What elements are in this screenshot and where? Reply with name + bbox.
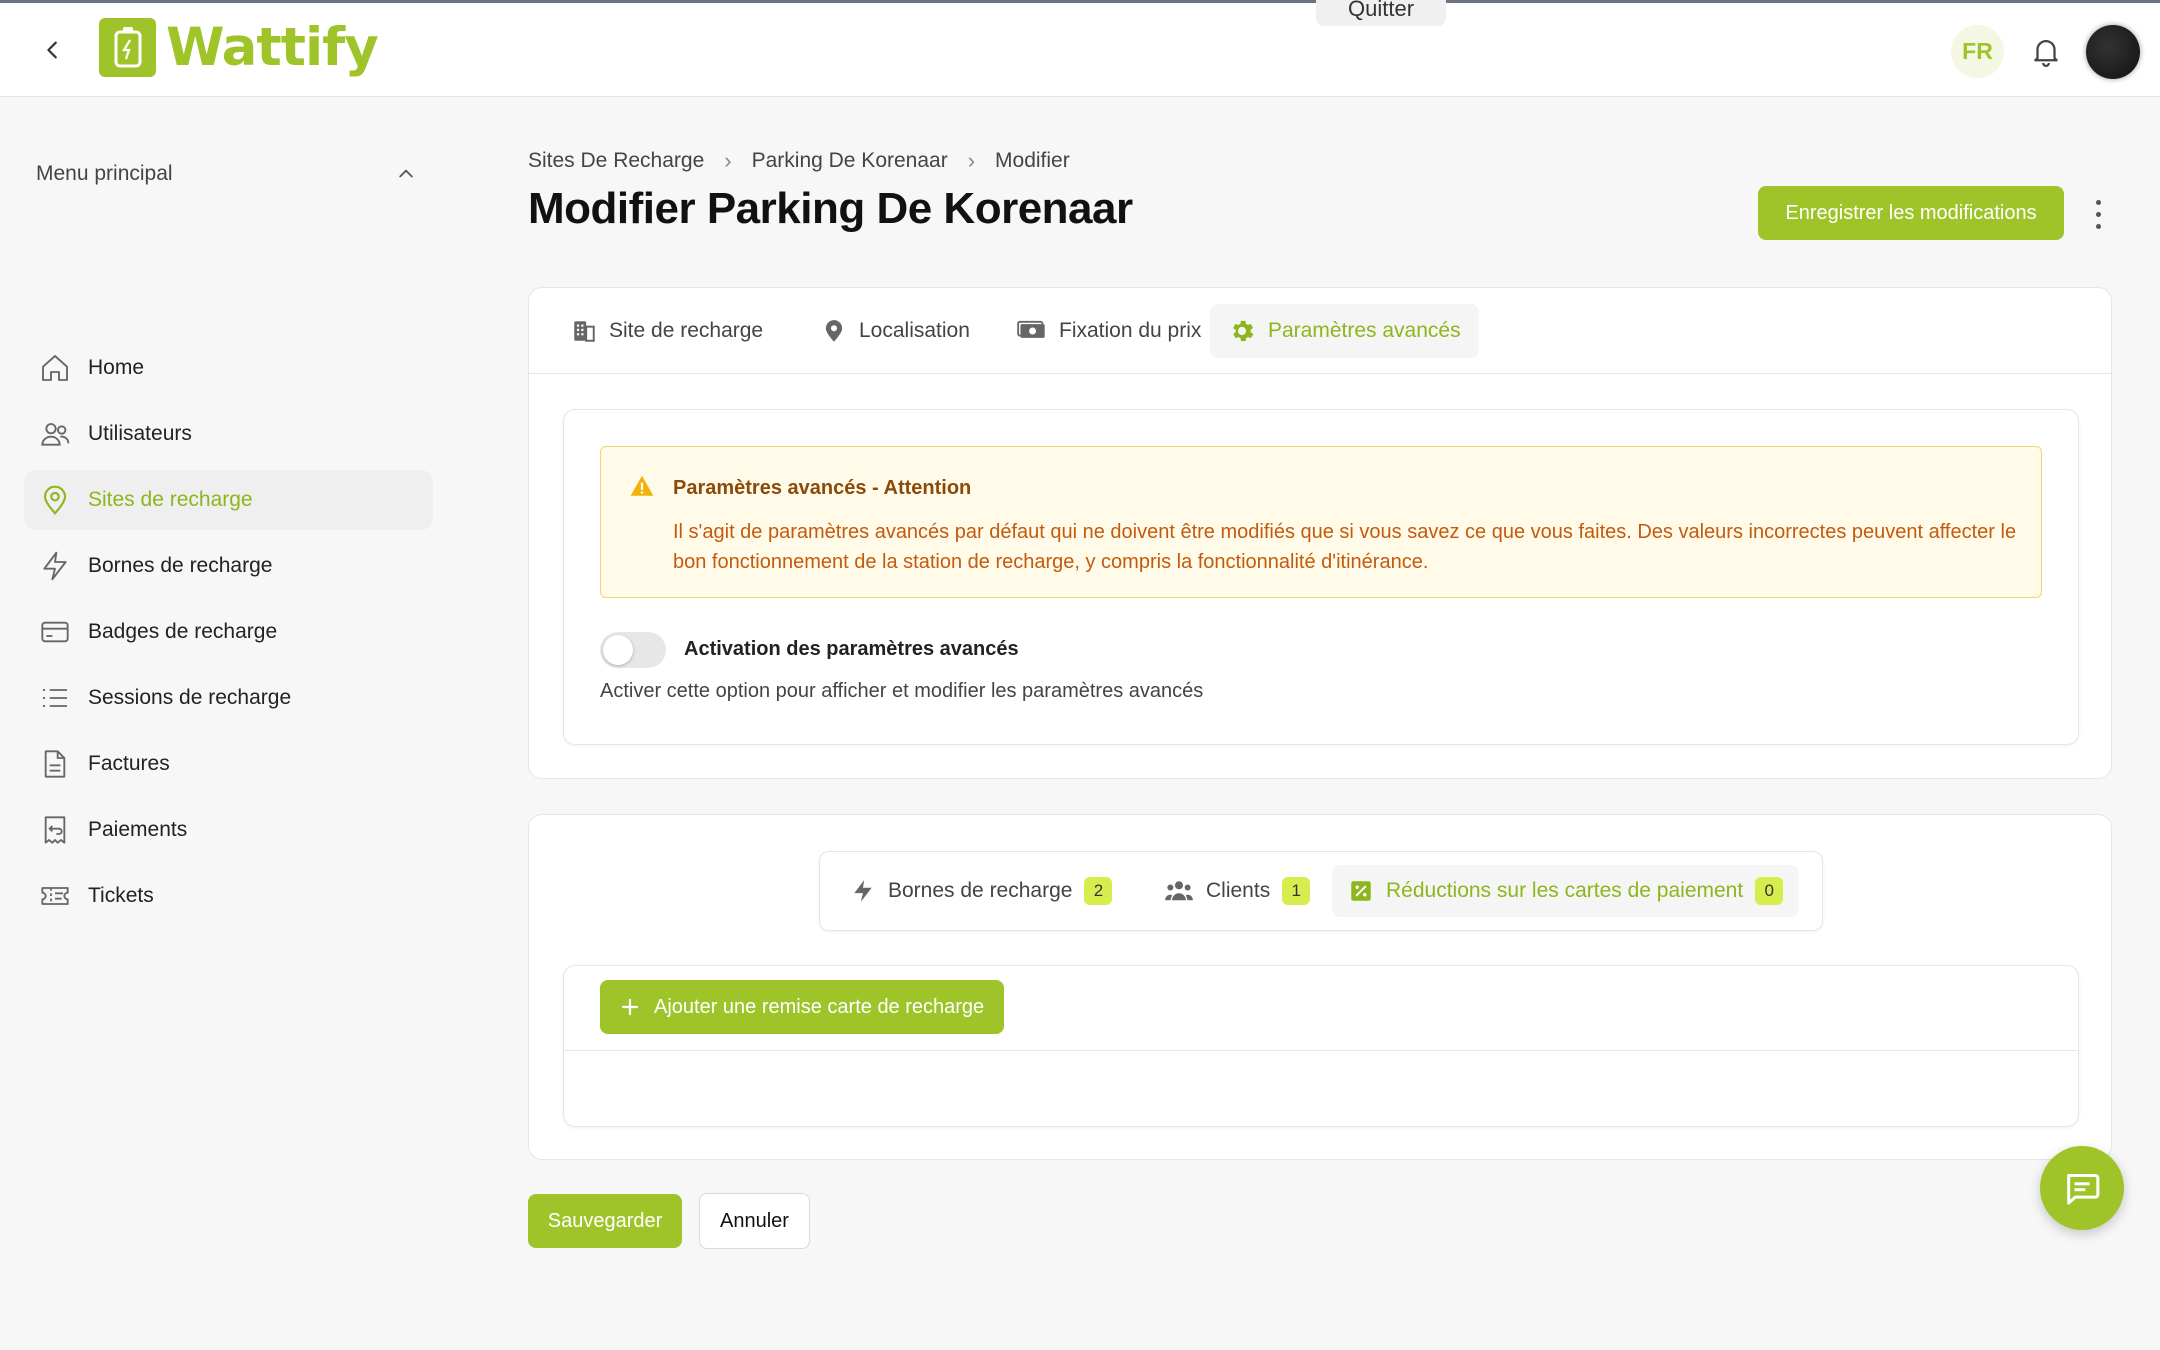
main-menu-header[interactable]: Menu principal	[36, 162, 416, 186]
sidebar-item-label: Home	[88, 356, 145, 379]
location-icon	[825, 320, 843, 342]
related-items-card: Bornes de recharge 2 Clients 1 Réduction…	[528, 814, 2112, 1160]
bolt-icon	[854, 880, 872, 902]
tab-label: Fixation du prix	[1059, 319, 1202, 342]
breadcrumb: Sites De Recharge › Parking De Korenaar …	[528, 148, 1070, 174]
subtab-label: Clients	[1206, 879, 1271, 902]
sidebar-item-label: Bornes de recharge	[88, 554, 273, 577]
subtab-label: Réductions sur les cartes de paiement	[1386, 879, 1744, 902]
sidebar-item-label: Sites de recharge	[88, 488, 253, 511]
subtab-label: Bornes de recharge	[888, 879, 1073, 902]
user-avatar[interactable]	[2086, 25, 2140, 79]
count-badge: 2	[1084, 877, 1113, 905]
sidebar-item-users[interactable]: Utilisateurs	[24, 404, 433, 464]
language-switcher[interactable]: FR	[1951, 25, 2004, 78]
sidebar-item-charging-sessions[interactable]: Sessions de recharge	[24, 668, 433, 728]
add-discount-button[interactable]: Ajouter une remise carte de recharge	[600, 980, 1005, 1034]
ticket-icon	[38, 879, 72, 913]
sidebar-item-label: Utilisateurs	[88, 422, 192, 445]
advanced-settings-toggle[interactable]	[600, 632, 666, 668]
back-button[interactable]	[36, 33, 70, 67]
sidebar-item-label: Sessions de recharge	[88, 686, 292, 709]
app-logo[interactable]: Wattify	[99, 16, 379, 78]
kebab-dot	[2095, 211, 2101, 217]
tab-label: Localisation	[859, 319, 970, 342]
save-button[interactable]: Sauvegarder	[528, 1194, 682, 1248]
alert-title: Paramètres avancés - Attention	[673, 477, 972, 499]
chat-icon	[2067, 1174, 2100, 1205]
tab-label: Paramètres avancés	[1268, 319, 1461, 342]
warning-alert: Paramètres avancés - Attention Il s'agit…	[600, 446, 2042, 598]
users-icon	[38, 417, 72, 451]
plus-icon	[621, 998, 639, 1016]
toggle-label: Activation des paramètres avancés	[684, 638, 1019, 660]
kebab-dot	[2095, 199, 2101, 205]
sub-tab-bar: Bornes de recharge 2 Clients 1 Réduction…	[819, 851, 1823, 931]
users-icon	[1165, 881, 1193, 901]
sidebar-item-charging-badges[interactable]: Badges de recharge	[24, 602, 433, 662]
more-options-button[interactable]	[2090, 196, 2106, 232]
bell-icon	[2034, 40, 2058, 67]
add-discount-label: Ajouter une remise carte de recharge	[654, 995, 985, 1018]
card-icon	[38, 615, 72, 649]
discount-icon	[1351, 881, 1371, 901]
impersonation-banner-text	[715, 0, 1285, 11]
sidebar-item-charging-stations[interactable]: Bornes de recharge	[24, 536, 433, 596]
breadcrumb-link-sites[interactable]: Sites De Recharge	[528, 149, 704, 173]
chevron-left-icon	[47, 41, 57, 59]
tab-pricing[interactable]: Fixation du prix	[999, 304, 1219, 358]
receipt-icon	[38, 813, 72, 847]
invoice-icon	[38, 747, 72, 781]
list-icon	[38, 681, 72, 715]
breadcrumb-link-site[interactable]: Parking De Korenaar	[752, 149, 948, 173]
sidebar-item-payments[interactable]: Paiements	[24, 800, 433, 860]
save-changes-button[interactable]: Enregistrer les modifications	[1758, 186, 2064, 240]
kebab-dot	[2095, 223, 2101, 229]
gear-icon	[1233, 320, 1254, 342]
count-badge: 1	[1282, 877, 1311, 905]
subtab-payment-card-discounts[interactable]: Réductions sur les cartes de paiement 0	[1332, 865, 1800, 917]
discounts-panel: Ajouter une remise carte de recharge	[563, 965, 2079, 1127]
chat-button[interactable]	[2040, 1146, 2124, 1230]
warning-icon	[630, 475, 654, 496]
tab-charging-site[interactable]: Site de recharge	[553, 304, 781, 358]
sidebar-item-home[interactable]: Home	[24, 338, 433, 398]
subtab-charging-stations[interactable]: Bornes de recharge 2	[834, 865, 1128, 917]
toggle-help-text: Activer cette option pour afficher et mo…	[600, 680, 1204, 702]
sidebar-item-label: Badges de recharge	[88, 620, 278, 643]
sidebar-item-tickets[interactable]: Tickets	[24, 866, 433, 926]
building-icon	[574, 321, 595, 342]
bolt-icon	[38, 549, 72, 583]
sidebar-item-label: Factures	[88, 752, 170, 775]
chevron-up-icon	[399, 169, 413, 178]
chevron-right-icon: ›	[967, 148, 976, 173]
cancel-button[interactable]: Annuler	[699, 1193, 810, 1249]
sidebar-item-label: Tickets	[88, 884, 154, 907]
advanced-settings-panel: Paramètres avancés - Attention Il s'agit…	[563, 409, 2079, 745]
tab-label: Site de recharge	[609, 319, 764, 342]
sidebar-item-invoices[interactable]: Factures	[24, 734, 433, 794]
battery-logo-icon	[99, 17, 156, 77]
tab-advanced-settings[interactable]: Paramètres avancés	[1210, 304, 1479, 358]
page-title: Modifier Parking De Korenaar	[528, 184, 1133, 233]
tab-location[interactable]: Localisation	[803, 304, 988, 358]
sidebar-item-label: Paiements	[88, 818, 188, 841]
chevron-right-icon: ›	[724, 148, 732, 173]
top-bar: Wattify Quitter FR	[0, 0, 2160, 97]
breadcrumb-current: Modifier	[995, 149, 1070, 172]
main-menu-title: Menu principal	[36, 162, 173, 185]
map-pin-icon	[38, 483, 72, 517]
divider	[564, 1050, 2078, 1051]
notifications-button[interactable]	[2029, 33, 2063, 69]
subtab-clients[interactable]: Clients 1	[1148, 865, 1326, 917]
home-icon	[38, 351, 72, 385]
app-name: Wattify	[166, 16, 379, 78]
settings-card: Site de recharge Localisation Fixation d…	[528, 287, 2112, 779]
sidebar-item-charging-sites[interactable]: Sites de recharge	[24, 470, 433, 530]
count-badge: 0	[1755, 877, 1784, 905]
alert-message: Il s'agit de paramètres avancés par défa…	[673, 521, 2017, 573]
tab-bar: Site de recharge Localisation Fixation d…	[529, 288, 2111, 374]
money-icon	[1017, 320, 1045, 338]
quit-button[interactable]: Quitter	[1316, 0, 1447, 26]
